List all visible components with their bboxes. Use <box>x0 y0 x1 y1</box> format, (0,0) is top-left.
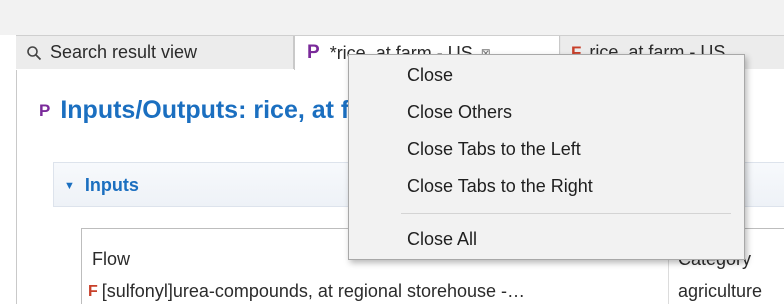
menu-item-close-tabs-right[interactable]: Close Tabs to the Right <box>349 168 744 204</box>
chevron-down-icon[interactable]: ▼ <box>64 180 75 192</box>
tab-context-menu: Close Close Others Close Tabs to the Lef… <box>348 54 745 260</box>
section-title: Inputs <box>84 175 139 195</box>
menu-item-close-tabs-left[interactable]: Close Tabs to the Left <box>349 131 744 167</box>
category-cell: agriculture <box>678 281 763 301</box>
flow-cell: [sulfonyl]urea-compounds, at regional st… <box>101 281 526 301</box>
search-icon <box>26 45 42 61</box>
menu-item-close-all[interactable]: Close All <box>349 221 744 257</box>
process-icon: P <box>39 100 51 120</box>
tab-search-result-view[interactable]: Search result view <box>16 36 294 69</box>
window-top-strip <box>0 0 784 35</box>
menu-item-close[interactable]: Close <box>349 57 744 93</box>
menu-item-close-others[interactable]: Close Others <box>349 94 744 130</box>
menu-separator <box>401 213 731 214</box>
column-header-flow[interactable]: Flow <box>92 249 130 270</box>
tab-label: Search result view <box>50 42 198 62</box>
process-icon: P <box>307 42 320 63</box>
flow-icon: F <box>88 282 98 300</box>
table-row[interactable]: F [sulfonyl]urea-compounds, at regional … <box>88 281 525 302</box>
